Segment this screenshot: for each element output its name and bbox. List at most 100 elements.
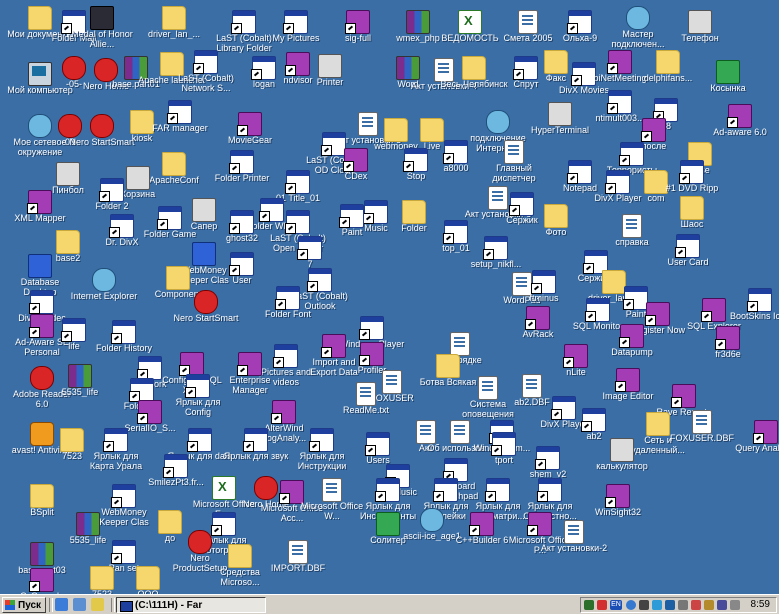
rar-icon [68, 364, 92, 388]
desktop-icon[interactable]: Акт установки-2 [541, 520, 607, 564]
tray-icon[interactable] [597, 600, 607, 610]
cards-icon [376, 512, 400, 536]
doc-icon [322, 478, 342, 502]
desktop-icon-label: Телефон [681, 33, 719, 43]
folder-icon [462, 56, 486, 80]
desktop-icon[interactable]: Ярлык для Инструкции [294, 428, 350, 472]
desktop-icon[interactable]: XML Mapper [12, 190, 68, 234]
nero-icon [194, 290, 218, 314]
desktop-icon[interactable]: Средства Microso... [212, 544, 268, 588]
tray-icon[interactable] [626, 600, 636, 610]
tray-icon[interactable] [704, 600, 714, 610]
taskbar-button-far[interactable]: (C:\111H) - Far [116, 597, 266, 613]
doc-icon [564, 520, 584, 544]
desktop-icon-label: My Pictures [272, 33, 320, 43]
desktop-icon[interactable]: sig-full [330, 10, 386, 54]
desktop-icon-label: Косынка [710, 83, 746, 93]
desktop-icon[interactable]: Microsoft Office W... [301, 478, 363, 522]
desktop-icon[interactable]: User Card [660, 234, 716, 278]
desktop-icon[interactable]: Image Editor [600, 368, 656, 412]
tray-icon[interactable] [584, 600, 594, 610]
desktop-icon[interactable]: wmex_php [390, 10, 446, 54]
desktop-icon[interactable]: ВЕДОМОСТЬ [441, 10, 499, 54]
desktop-icon[interactable]: Весь Челябинск [440, 56, 508, 100]
desktop-icon[interactable]: IMPORT.DBF [270, 540, 326, 584]
desktop-icon-label: Image Editor [602, 391, 654, 401]
desktop-icon[interactable]: Datapump [604, 324, 660, 368]
start-button[interactable]: Пуск [2, 597, 46, 613]
desktop-icon[interactable]: Фото [528, 204, 584, 248]
desktop-icon[interactable]: Косынка [700, 60, 756, 104]
doc-icon [288, 540, 308, 564]
language-indicator[interactable]: EN [610, 600, 622, 610]
desktop-icon[interactable]: ООО [120, 566, 176, 594]
desktop-icon-label: WinSight32 [594, 507, 642, 517]
desktop-icon-label: IMPORT.DBF [270, 563, 326, 573]
desktop-icon[interactable]: LaST (Cobalt) Network S... [178, 50, 234, 94]
desktop-icon[interactable]: Мастер подключен... [610, 6, 666, 50]
desktop-icon[interactable]: ascii-ice_age1 [403, 508, 461, 552]
explorer-quicklaunch-icon[interactable] [91, 598, 104, 611]
desktop-icon[interactable]: LaST (Cobalt) Library Folder [216, 10, 272, 54]
desktop-icon[interactable]: C++Builder 6 [454, 512, 510, 556]
desktop-icon[interactable]: Printer [302, 54, 358, 98]
volume-icon[interactable] [730, 600, 740, 610]
tray-icon[interactable] [639, 600, 649, 610]
desktop-icon[interactable]: Ярлык для Config [170, 374, 226, 418]
desktop-icon[interactable]: fr3d6e [700, 326, 756, 370]
desktop-icon-label: калькулятор [596, 461, 648, 471]
desktop-icon[interactable]: My Pictures [268, 10, 324, 54]
desktop-icon[interactable]: Import and Export Data [306, 334, 362, 378]
desktop-icon[interactable]: CDex [328, 148, 384, 192]
desktop-icon[interactable]: Enterprise Manager [222, 352, 278, 396]
desktop-icon[interactable]: Ярлык для звук [224, 428, 288, 472]
calculator-icon [610, 438, 634, 462]
desktop-icon-label: Ярлык для Карта Урала [89, 451, 143, 471]
desktop-icon[interactable]: калькулятор [594, 438, 650, 482]
tray-icon[interactable] [691, 600, 701, 610]
desktop-icon[interactable]: Телефон [672, 10, 728, 54]
desktop-icon[interactable]: FOXUSER.DBF [670, 410, 734, 454]
phone-icon [548, 102, 572, 126]
folder-icon [162, 6, 186, 30]
desktop-icon-label: fr3d6e [715, 349, 741, 359]
tray-icon[interactable] [652, 600, 662, 610]
show-desktop-icon[interactable] [73, 598, 86, 611]
desktop-icon[interactable]: life [46, 318, 102, 362]
desktop-icon-label: Folder Printer [214, 173, 270, 183]
phone-icon [688, 10, 712, 34]
desktop-icon[interactable]: Смета 2005 [500, 10, 556, 54]
desktop-icon[interactable]: Query Analyzer [735, 420, 779, 464]
doc-icon [518, 10, 538, 34]
desktop-icon[interactable]: a8000 [428, 140, 484, 184]
pinball-icon [56, 162, 80, 186]
desktop-icon[interactable]: Ярлык для Карта Урала [88, 428, 144, 472]
ie-icon [420, 508, 444, 532]
desktop-icon[interactable]: Medal of Honor Allie... [71, 6, 133, 50]
folder-icon [30, 484, 54, 508]
desktop-icon[interactable]: driver_lan_... [146, 6, 202, 50]
desktop-icon[interactable]: CyConsole [14, 568, 70, 594]
desktop-icon[interactable]: FAR manager [152, 100, 208, 144]
desktop-icon-label: User Card [667, 257, 709, 267]
ie-quicklaunch-icon[interactable] [55, 598, 68, 611]
desktop-icon[interactable]: Nero StartSmart [173, 290, 239, 334]
cards-icon [716, 60, 740, 84]
excel-icon [458, 10, 482, 34]
desktop-icon[interactable]: delphifans... [640, 50, 696, 94]
desktop-icon[interactable]: 5535_life [52, 364, 108, 408]
desktop-icon[interactable]: Folder Font [260, 286, 316, 330]
desktop-icon[interactable]: Folder Printer [214, 150, 270, 194]
desktop-icon-label: 5535_life [61, 387, 99, 397]
desktop-icon[interactable]: ReadMe.txt [338, 382, 394, 426]
tray-icon[interactable] [717, 600, 727, 610]
desktop-icon[interactable]: Internet Explorer [71, 268, 137, 312]
desktop-icon-label: Главный диспетчер [492, 163, 536, 183]
medal-icon [90, 6, 114, 30]
folder-icon [646, 412, 670, 436]
desktop-icon-label: driver_lan_... [147, 29, 201, 39]
tray-icon[interactable] [665, 600, 675, 610]
tray-icon[interactable] [678, 600, 688, 610]
desktop-icon[interactable]: Ольха-9 [552, 10, 608, 54]
desktop-icon[interactable]: Главный диспетчер [486, 140, 542, 184]
